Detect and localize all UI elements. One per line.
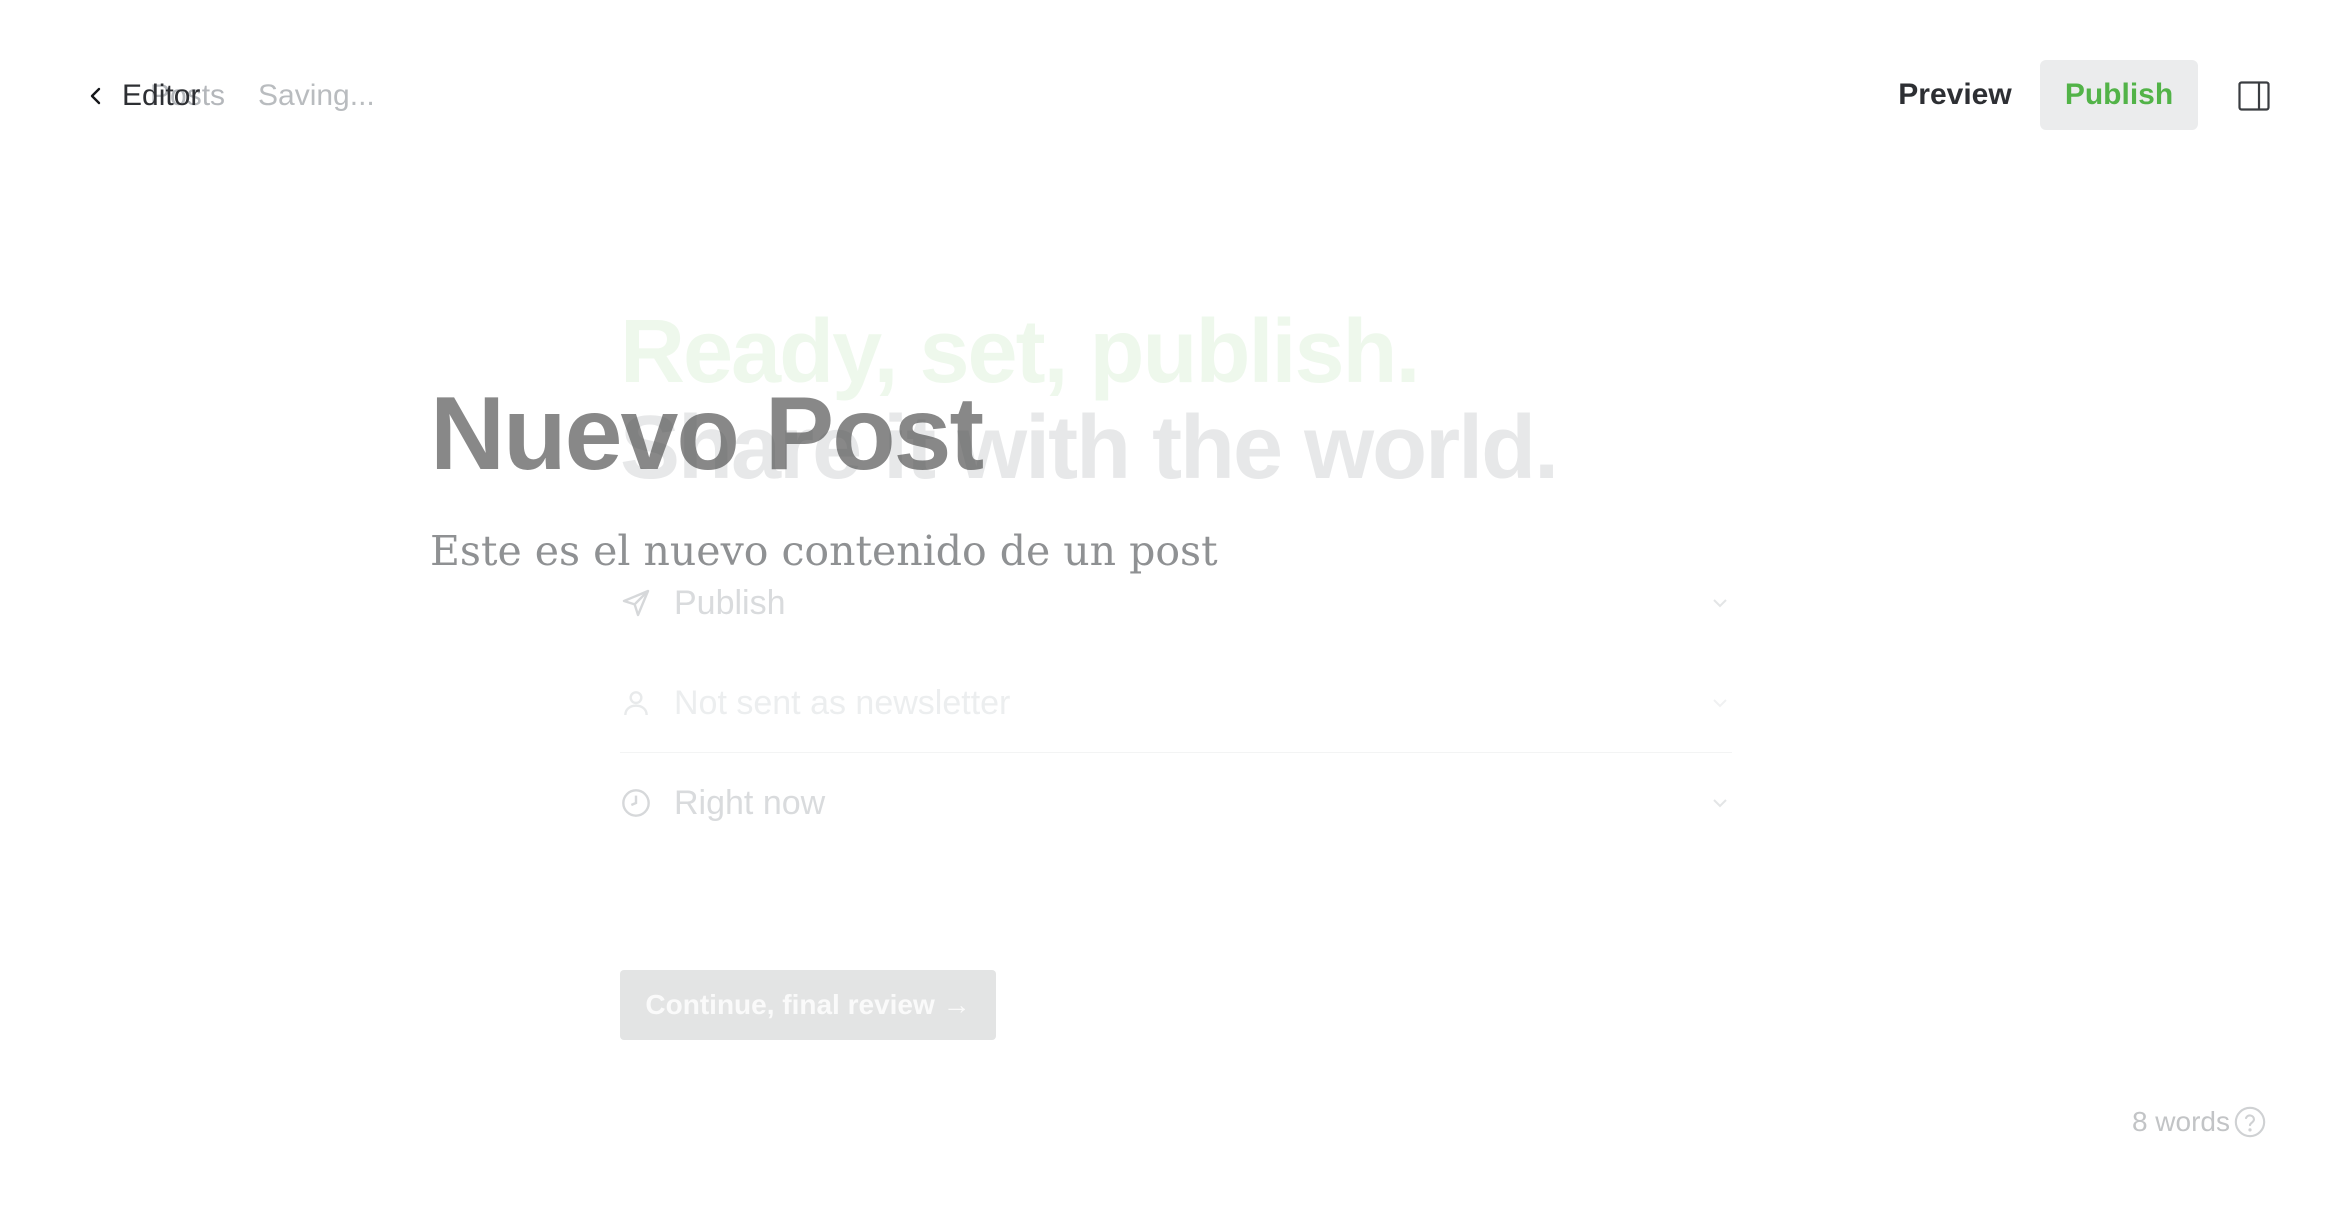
preview-button[interactable]: Preview: [1872, 60, 2038, 130]
question-icon: [2234, 1106, 2266, 1138]
publish-option-action[interactable]: Publish: [620, 568, 1732, 638]
continue-final-review-button[interactable]: Continue, final review →: [620, 970, 996, 1040]
publish-button[interactable]: Publish: [2040, 60, 2198, 130]
editor-page: Posts Editor Saving... Preview Publish R…: [0, 0, 2336, 1208]
chevron-down-icon: [1713, 699, 1727, 708]
publish-flow-divider: [620, 752, 1732, 753]
back-label: Editor: [122, 79, 201, 112]
back-label-group: Posts Editor: [122, 76, 225, 116]
chevron-down-icon: [1713, 799, 1727, 808]
editor-header: Posts Editor Saving... Preview Publish: [0, 0, 2336, 190]
help-button[interactable]: [2232, 1104, 2268, 1140]
publish-option-schedule-label: Right now: [674, 783, 826, 822]
send-icon: [620, 587, 652, 619]
post-body[interactable]: Este es el nuevo contenido de un post: [430, 524, 1218, 578]
chevron-down-icon: [1713, 599, 1727, 608]
word-count: 8 words: [2131, 1106, 2230, 1137]
save-status: Saving...: [258, 79, 375, 112]
clock-icon: [620, 787, 652, 819]
post-title[interactable]: Nuevo Post: [430, 376, 984, 492]
user-icon: [620, 687, 652, 719]
chevron-left-icon: [90, 87, 101, 105]
sidebar-toggle-button[interactable]: [2234, 76, 2274, 116]
sidebar-panel-icon: [2238, 81, 2270, 111]
publish-option-newsletter[interactable]: Not sent as newsletter: [620, 668, 1732, 738]
back-to-editor-link[interactable]: Posts Editor: [84, 76, 225, 116]
publish-option-newsletter-label: Not sent as newsletter: [674, 683, 1011, 722]
publish-option-schedule[interactable]: Right now: [620, 768, 1732, 838]
publish-option-action-label: Publish: [674, 583, 786, 622]
